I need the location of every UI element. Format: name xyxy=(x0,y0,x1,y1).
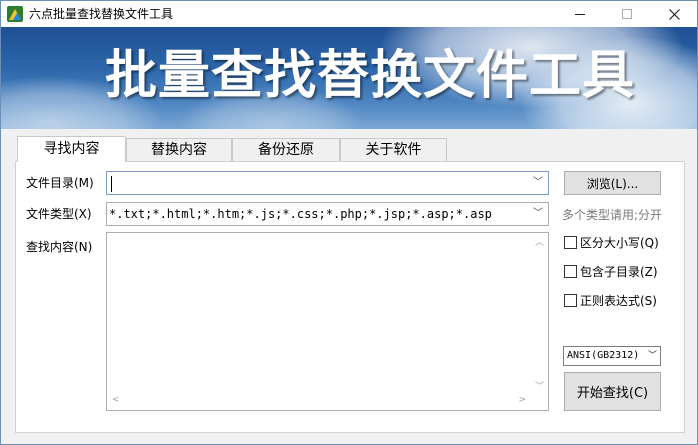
maximize-button[interactable] xyxy=(604,1,650,27)
directory-combo[interactable]: ﹀ xyxy=(106,171,549,195)
include-subdirs-checkbox[interactable]: 包含子目录(Z) xyxy=(564,263,658,280)
checkbox-box[interactable] xyxy=(564,236,577,249)
chevron-down-icon[interactable]: ﹀ xyxy=(532,207,544,221)
tab-bar: 寻找内容 替换内容 备份还原 关于软件 xyxy=(17,136,447,162)
banner: 批量查找替换文件工具 xyxy=(1,27,697,129)
checkbox-box[interactable] xyxy=(564,265,577,278)
regex-checkbox[interactable]: 正则表达式(S) xyxy=(564,292,657,309)
checkbox-box[interactable] xyxy=(564,294,577,307)
include-subdirs-label: 包含子目录(Z) xyxy=(580,265,658,279)
directory-label: 文件目录(M) xyxy=(26,176,94,190)
browse-button[interactable]: 浏览(L)... xyxy=(564,171,661,195)
maximize-icon xyxy=(622,9,632,19)
scroll-left-icon[interactable]: < xyxy=(112,395,120,405)
tab-replace[interactable]: 替换内容 xyxy=(126,138,232,162)
banner-title: 批量查找替换文件工具 xyxy=(105,46,636,106)
scroll-up-icon[interactable]: ︿ xyxy=(535,235,544,248)
encoding-value: ANSI(GB2312) xyxy=(567,350,640,361)
tab-find[interactable]: 寻找内容 xyxy=(17,136,126,162)
minimize-icon xyxy=(575,13,585,15)
case-sensitive-label: 区分大小写(Q) xyxy=(580,236,659,250)
file-type-hint: 多个类型请用;分开 xyxy=(562,208,663,222)
file-type-combo[interactable]: *.txt;*.html;*.htm;*.js;*.css;*.php;*.js… xyxy=(106,202,549,226)
title-bar: 六点批量查找替换文件工具 xyxy=(1,1,697,27)
text-caret xyxy=(111,175,112,192)
start-find-button[interactable]: 开始查找(C) xyxy=(564,372,661,411)
chevron-down-icon[interactable]: ﹀ xyxy=(532,176,544,190)
find-content-label: 查找内容(N) xyxy=(26,240,93,254)
find-content-textarea[interactable]: ︿ ﹀ < > xyxy=(106,232,549,411)
encoding-select[interactable]: ANSI(GB2312) ﹀ xyxy=(563,346,661,366)
app-window: 六点批量查找替换文件工具 批量查找替换文件工具 寻找内容 替换内容 备份还原 关… xyxy=(0,0,698,445)
scroll-right-icon[interactable]: > xyxy=(518,395,526,405)
case-sensitive-checkbox[interactable]: 区分大小写(Q) xyxy=(564,234,659,251)
tab-about[interactable]: 关于软件 xyxy=(340,138,447,162)
directory-input[interactable] xyxy=(111,175,112,192)
scroll-down-icon[interactable]: ﹀ xyxy=(535,379,544,392)
close-button[interactable] xyxy=(651,1,697,27)
chevron-down-icon[interactable]: ﹀ xyxy=(648,349,657,363)
horizontal-scrollbar[interactable]: < > xyxy=(107,393,531,410)
file-type-input[interactable]: *.txt;*.html;*.htm;*.js;*.css;*.php;*.js… xyxy=(109,206,525,222)
window-title: 六点批量查找替换文件工具 xyxy=(29,7,174,21)
close-icon xyxy=(668,8,680,20)
regex-label: 正则表达式(S) xyxy=(580,294,657,308)
app-icon xyxy=(7,6,23,22)
minimize-button[interactable] xyxy=(557,1,603,27)
file-type-label: 文件类型(X) xyxy=(26,207,92,221)
vertical-scrollbar[interactable]: ︿ ﹀ xyxy=(531,233,548,394)
tab-backup[interactable]: 备份还原 xyxy=(232,138,340,162)
